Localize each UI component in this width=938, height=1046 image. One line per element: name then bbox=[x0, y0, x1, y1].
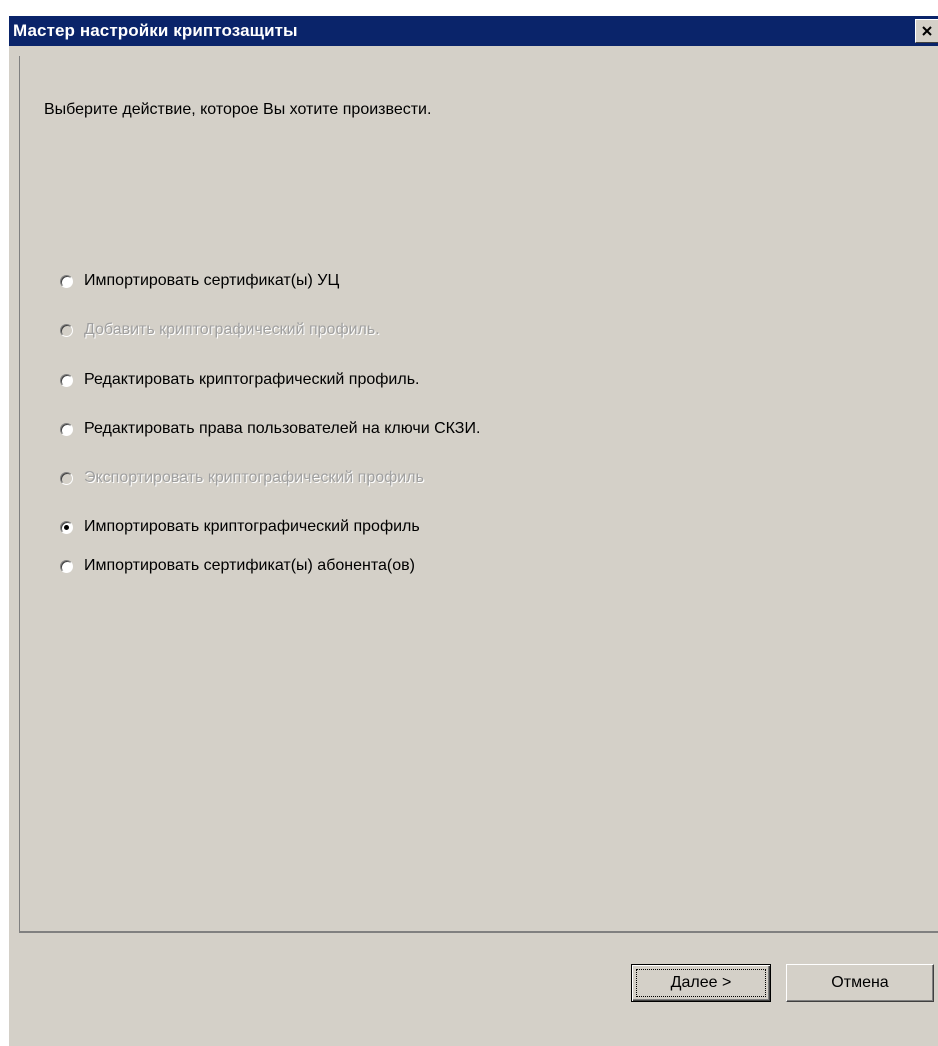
window-title: Мастер настройки криптозащиты bbox=[13, 21, 298, 40]
cancel-button[interactable]: Отмена bbox=[786, 964, 934, 1002]
radio-button bbox=[60, 323, 73, 337]
option-import-ca-certificates[interactable]: Импортировать сертификат(ы) УЦ bbox=[60, 268, 339, 294]
option-label: Добавить криптографический профиль. bbox=[84, 321, 380, 338]
close-icon bbox=[922, 26, 932, 36]
option-edit-crypto-profile[interactable]: Редактировать криптографический профиль. bbox=[60, 367, 419, 393]
radio-dot bbox=[64, 524, 69, 530]
radio-button[interactable] bbox=[60, 422, 73, 436]
options-panel: Выберите действие, которое Вы хотите про… bbox=[19, 56, 938, 933]
wizard-window: Мастер настройки криптозащиты Выберите д… bbox=[8, 16, 938, 1046]
option-label: Импортировать сертификат(ы) абонента(ов) bbox=[84, 557, 415, 574]
option-label: Редактировать криптографический профиль. bbox=[84, 371, 420, 388]
next-button[interactable]: Далее > bbox=[631, 964, 771, 1002]
radio-button[interactable] bbox=[60, 373, 73, 387]
instruction-text: Выберите действие, которое Вы хотите про… bbox=[44, 101, 432, 118]
option-import-crypto-profile[interactable]: Импортировать криптографический профиль bbox=[60, 514, 420, 540]
option-label: Экспортировать криптографический профиль bbox=[84, 469, 424, 486]
title-bar[interactable]: Мастер настройки криптозащиты bbox=[9, 16, 938, 46]
option-label: Импортировать сертификат(ы) УЦ bbox=[84, 272, 340, 289]
option-import-subscriber-certificates[interactable]: Импортировать сертификат(ы) абонента(ов) bbox=[60, 553, 415, 579]
option-label: Импортировать криптографический профиль bbox=[84, 518, 420, 535]
option-edit-key-rights[interactable]: Редактировать права пользователей на клю… bbox=[60, 416, 480, 442]
cancel-button-label: Отмена bbox=[831, 974, 889, 991]
option-label: Редактировать права пользователей на клю… bbox=[84, 420, 481, 437]
option-add-crypto-profile: Добавить криптографический профиль. bbox=[60, 317, 380, 343]
close-button[interactable] bbox=[915, 19, 938, 43]
option-export-crypto-profile: Экспортировать криптографический профиль bbox=[60, 465, 424, 491]
next-button-label: Далее > bbox=[670, 974, 732, 991]
radio-button-selected[interactable] bbox=[60, 520, 73, 534]
radio-button[interactable] bbox=[60, 274, 73, 288]
radio-button bbox=[60, 471, 73, 485]
radio-button[interactable] bbox=[60, 559, 73, 573]
